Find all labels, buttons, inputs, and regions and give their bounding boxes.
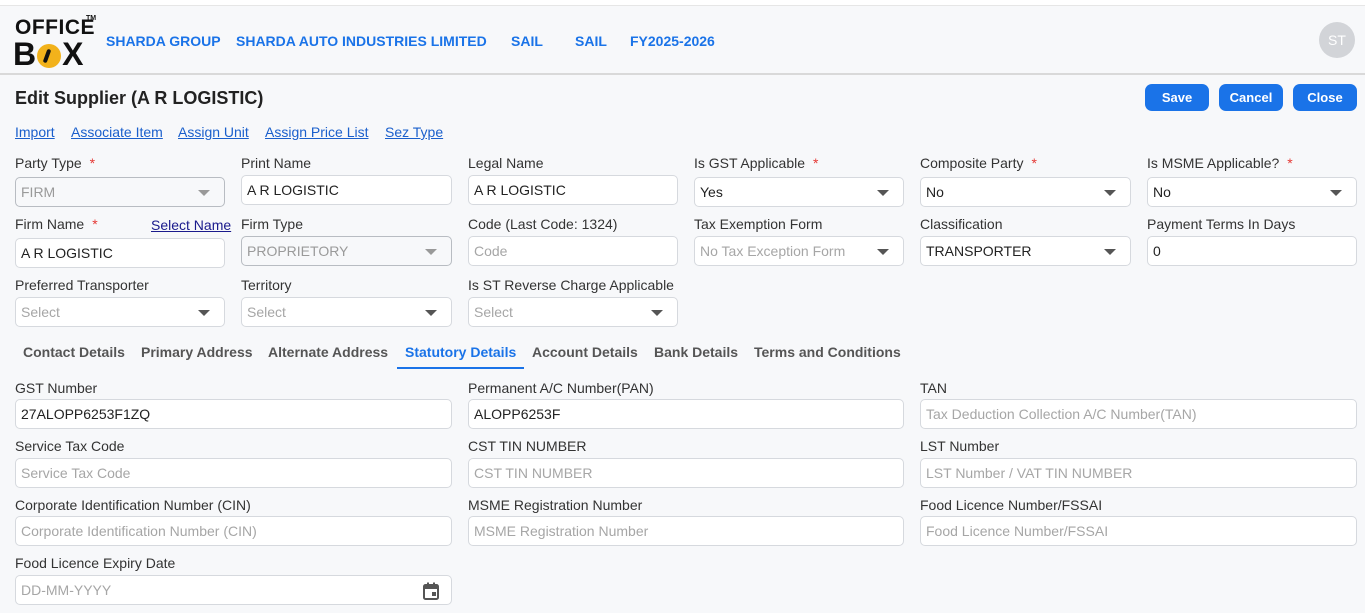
chevron-down-icon: [1104, 190, 1116, 196]
chevron-down-icon: [198, 190, 210, 196]
is-gst-applicable-label: Is GST Applicable *: [694, 155, 819, 171]
chevron-down-icon: [651, 310, 663, 316]
composite-party-label: Composite Party *: [920, 155, 1037, 171]
assign-price-list-link[interactable]: Assign Price List: [265, 124, 368, 140]
party-type-select[interactable]: FIRM: [15, 177, 225, 207]
cst-tin-input[interactable]: CST TIN NUMBER: [468, 458, 904, 488]
composite-party-select[interactable]: No: [920, 177, 1131, 207]
chevron-down-icon: [877, 249, 889, 255]
tax-exemption-form-select[interactable]: No Tax Exception Form: [694, 236, 904, 266]
is-gst-applicable-select[interactable]: Yes: [694, 177, 904, 207]
logo-text-box: BX: [13, 36, 84, 72]
nav-branch[interactable]: SAIL: [575, 33, 607, 49]
tab-contact-details[interactable]: Contact Details: [23, 344, 125, 360]
chevron-down-icon: [1104, 249, 1116, 255]
classification-label: Classification: [920, 216, 1003, 232]
cst-tin-label: CST TIN NUMBER: [468, 438, 587, 454]
st-reverse-charge-label: Is ST Reverse Charge Applicable: [468, 277, 674, 293]
fssai-label: Food Licence Number/FSSAI: [920, 497, 1103, 513]
chevron-down-icon: [198, 310, 210, 316]
app-header: OFFICE TM BX SHARDA GROUP SHARDA AUTO IN…: [0, 6, 1365, 75]
user-avatar[interactable]: ST: [1319, 22, 1355, 58]
page-title: Edit Supplier (A R LOGISTIC): [15, 88, 264, 108]
payment-terms-label: Payment Terms In Days: [1147, 216, 1296, 232]
territory-label: Territory: [241, 277, 292, 293]
msme-registration-input[interactable]: MSME Registration Number: [468, 516, 904, 546]
sez-type-link[interactable]: Sez Type: [385, 124, 443, 140]
food-licence-expiry-input[interactable]: DD-MM-YYYY: [15, 575, 452, 605]
code-input[interactable]: Code: [468, 236, 678, 266]
associate-item-link[interactable]: Associate Item: [71, 124, 163, 140]
save-button[interactable]: Save: [1145, 84, 1209, 111]
firm-name-label: Firm Name *: [15, 216, 98, 232]
classification-select[interactable]: TRANSPORTER: [920, 236, 1131, 266]
chevron-down-icon: [1330, 190, 1342, 196]
cin-input[interactable]: Corporate Identification Number (CIN): [15, 516, 452, 546]
chevron-down-icon: [877, 190, 889, 196]
pan-label: Permanent A/C Number(PAN): [468, 380, 654, 396]
tab-terms-and-conditions[interactable]: Terms and Conditions: [754, 344, 901, 360]
cancel-button[interactable]: Cancel: [1219, 84, 1283, 111]
nav-financial-year[interactable]: FY2025-2026: [630, 33, 715, 49]
fssai-input[interactable]: Food Licence Number/FSSAI: [920, 516, 1357, 546]
code-label: Code (Last Code: 1324): [468, 216, 618, 232]
preferred-transporter-label: Preferred Transporter: [15, 277, 149, 293]
tab-bank-details[interactable]: Bank Details: [654, 344, 738, 360]
is-msme-applicable-select[interactable]: No: [1147, 177, 1357, 207]
pan-input[interactable]: ALOPP6253F: [468, 399, 904, 429]
chevron-down-icon: [425, 249, 437, 255]
service-tax-code-label: Service Tax Code: [15, 438, 125, 454]
officebox-logo[interactable]: OFFICE TM BX: [13, 12, 97, 72]
tan-input[interactable]: Tax Deduction Collection A/C Number(TAN): [920, 399, 1357, 429]
tab-primary-address[interactable]: Primary Address: [141, 344, 253, 360]
print-name-input[interactable]: A R LOGISTIC: [241, 175, 452, 205]
nav-company[interactable]: SHARDA AUTO INDUSTRIES LIMITED: [236, 33, 487, 49]
assign-unit-link[interactable]: Assign Unit: [178, 124, 249, 140]
food-licence-expiry-label: Food Licence Expiry Date: [15, 555, 176, 571]
tab-alternate-address[interactable]: Alternate Address: [268, 344, 388, 360]
service-tax-code-input[interactable]: Service Tax Code: [15, 458, 452, 488]
select-name-link[interactable]: Select Name: [151, 217, 231, 233]
calendar-icon[interactable]: [423, 582, 439, 600]
nav-group[interactable]: SHARDA GROUP: [106, 33, 221, 49]
logo-o-icon: [37, 44, 62, 68]
print-name-label: Print Name: [241, 155, 312, 171]
territory-select[interactable]: Select: [241, 297, 452, 327]
tab-account-details[interactable]: Account Details: [532, 344, 638, 360]
st-reverse-charge-select[interactable]: Select: [468, 297, 678, 327]
gst-number-label: GST Number: [15, 380, 98, 396]
nav-unit[interactable]: SAIL: [511, 33, 543, 49]
logo-trademark: TM: [86, 15, 97, 22]
close-button[interactable]: Close: [1293, 84, 1357, 111]
lst-number-label: LST Number: [920, 438, 1000, 454]
cin-label: Corporate Identification Number (CIN): [15, 497, 251, 513]
firm-type-label: Firm Type: [241, 216, 303, 232]
gst-number-input[interactable]: 27ALOPP6253F1ZQ: [15, 399, 452, 429]
preferred-transporter-select[interactable]: Select: [15, 297, 225, 327]
legal-name-input[interactable]: A R LOGISTIC: [468, 175, 678, 205]
msme-registration-label: MSME Registration Number: [468, 497, 643, 513]
import-link[interactable]: Import: [15, 124, 55, 140]
tax-exemption-form-label: Tax Exemption Form: [694, 216, 823, 232]
party-type-label: Party Type *: [15, 155, 96, 171]
is-msme-applicable-label: Is MSME Applicable? *: [1147, 155, 1293, 171]
chevron-down-icon: [425, 310, 437, 316]
tab-statutory-details[interactable]: Statutory Details: [405, 344, 516, 360]
tan-label: TAN: [920, 380, 947, 396]
payment-terms-input[interactable]: 0: [1147, 236, 1357, 266]
legal-name-label: Legal Name: [468, 155, 544, 171]
firm-name-input[interactable]: A R LOGISTIC: [15, 238, 225, 268]
lst-number-input[interactable]: LST Number / VAT TIN NUMBER: [920, 458, 1357, 488]
active-tab-indicator: [397, 367, 524, 369]
firm-type-select[interactable]: PROPRIETORY: [241, 236, 452, 266]
